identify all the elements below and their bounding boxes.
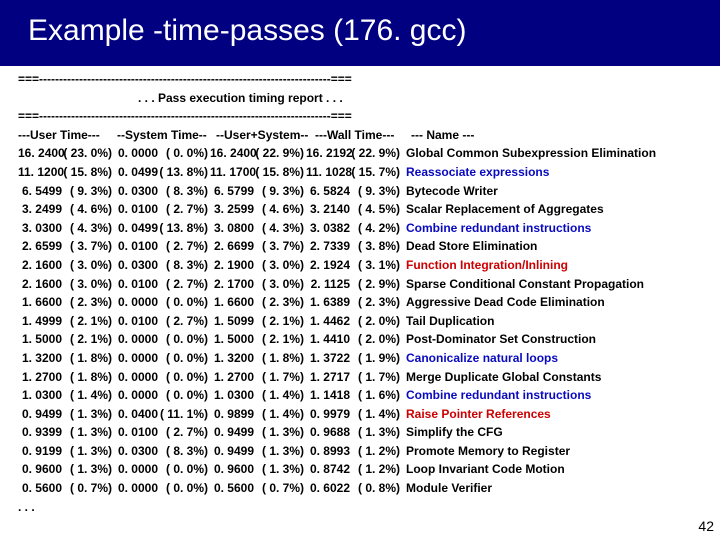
table-row: 0. 5600 ( 0. 7%)0. 0000 ( 0. 0%)0. 5600 …: [18, 479, 716, 498]
hdr-both: --User+System--: [216, 126, 315, 145]
table-row: 1. 4999 ( 2. 1%)0. 0100 ( 2. 7%)1. 5099 …: [18, 312, 716, 331]
table-row: 0. 9499 ( 1. 3%)0. 0400 ( 11. 1%)0. 9899…: [18, 405, 716, 424]
table-row: 3. 2499 ( 4. 6%)0. 0100 ( 2. 7%)3. 2599 …: [18, 200, 716, 219]
data-rows: 16. 2400 ( 23. 0%)0. 0000 ( 0. 0%)16. 24…: [18, 144, 716, 497]
table-row: 16. 2400 ( 23. 0%)0. 0000 ( 0. 0%)16. 24…: [18, 144, 716, 163]
pass-name: Promote Memory to Register: [400, 442, 570, 461]
report-title: . . . Pass execution timing report . . .: [18, 89, 716, 108]
rule-top: ===-------------------------------------…: [18, 70, 716, 89]
pass-name: Scalar Replacement of Aggregates: [400, 200, 604, 219]
pass-name: Module Verifier: [400, 479, 492, 498]
table-row: 0. 9399 ( 1. 3%)0. 0100 ( 2. 7%)0. 9499 …: [18, 423, 716, 442]
table-row: 1. 5000 ( 2. 1%)0. 0000 ( 0. 0%)1. 5000 …: [18, 330, 716, 349]
page-title: Example -time-passes (176. gcc): [0, 0, 720, 66]
pass-name: Aggressive Dead Code Elimination: [400, 293, 605, 312]
pass-name: Post-Dominator Set Construction: [400, 330, 596, 349]
hdr-name: --- Name ---: [411, 126, 474, 145]
column-headers: ---User Time--- --System Time-- --User+S…: [18, 126, 716, 145]
timing-report: ===-------------------------------------…: [0, 66, 720, 516]
pass-name: Simplify the CFG: [400, 423, 503, 442]
table-row: 2. 1600 ( 3. 0%)0. 0300 ( 8. 3%)2. 1900 …: [18, 256, 716, 275]
hdr-user: ---User Time---: [18, 126, 117, 145]
page-number: 42: [698, 518, 714, 534]
table-row: 11. 1200 ( 15. 8%)0. 0499 ( 13. 8%)11. 1…: [18, 163, 716, 182]
table-row: 2. 1600 ( 3. 0%)0. 0100 ( 2. 7%)2. 1700 …: [18, 275, 716, 294]
pass-name: Combine redundant instructions: [400, 219, 591, 238]
pass-name: Global Common Subexpression Elimination: [400, 144, 656, 163]
pass-name: Sparse Conditional Constant Propagation: [400, 275, 644, 294]
pass-name: Raise Pointer References: [400, 405, 551, 424]
rule-bottom: ===-------------------------------------…: [18, 107, 716, 126]
table-row: 0. 9600 ( 1. 3%)0. 0000 ( 0. 0%)0. 9600 …: [18, 460, 716, 479]
pass-name: Canonicalize natural loops: [400, 349, 558, 368]
hdr-wall: ---Wall Time---: [315, 126, 411, 145]
pass-name: Loop Invariant Code Motion: [400, 460, 565, 479]
pass-name: Bytecode Writer: [400, 182, 498, 201]
pass-name: Combine redundant instructions: [400, 386, 591, 405]
table-row: 2. 6599 ( 3. 7%)0. 0100 ( 2. 7%)2. 6699 …: [18, 237, 716, 256]
pass-name: Dead Store Elimination: [400, 237, 537, 256]
table-row: 1. 3200 ( 1. 8%)0. 0000 ( 0. 0%)1. 3200 …: [18, 349, 716, 368]
pass-name: Function Integration/Inlining: [400, 256, 568, 275]
table-row: 1. 6600 ( 2. 3%)0. 0000 ( 0. 0%)1. 6600 …: [18, 293, 716, 312]
table-row: 1. 0300 ( 1. 4%)0. 0000 ( 0. 0%)1. 0300 …: [18, 386, 716, 405]
table-row: 1. 2700 ( 1. 8%)0. 0000 ( 0. 0%)1. 2700 …: [18, 368, 716, 387]
ellipsis: . . .: [18, 498, 716, 517]
table-row: 6. 5499 ( 9. 3%)0. 0300 ( 8. 3%)6. 5799 …: [18, 182, 716, 201]
hdr-system: --System Time--: [117, 126, 216, 145]
pass-name: Merge Duplicate Global Constants: [400, 368, 601, 387]
pass-name: Tail Duplication: [400, 312, 494, 331]
pass-name: Reassociate expressions: [400, 163, 549, 182]
table-row: 3. 0300 ( 4. 3%)0. 0499 ( 13. 8%)3. 0800…: [18, 219, 716, 238]
table-row: 0. 9199 ( 1. 3%)0. 0300 ( 8. 3%)0. 9499 …: [18, 442, 716, 461]
